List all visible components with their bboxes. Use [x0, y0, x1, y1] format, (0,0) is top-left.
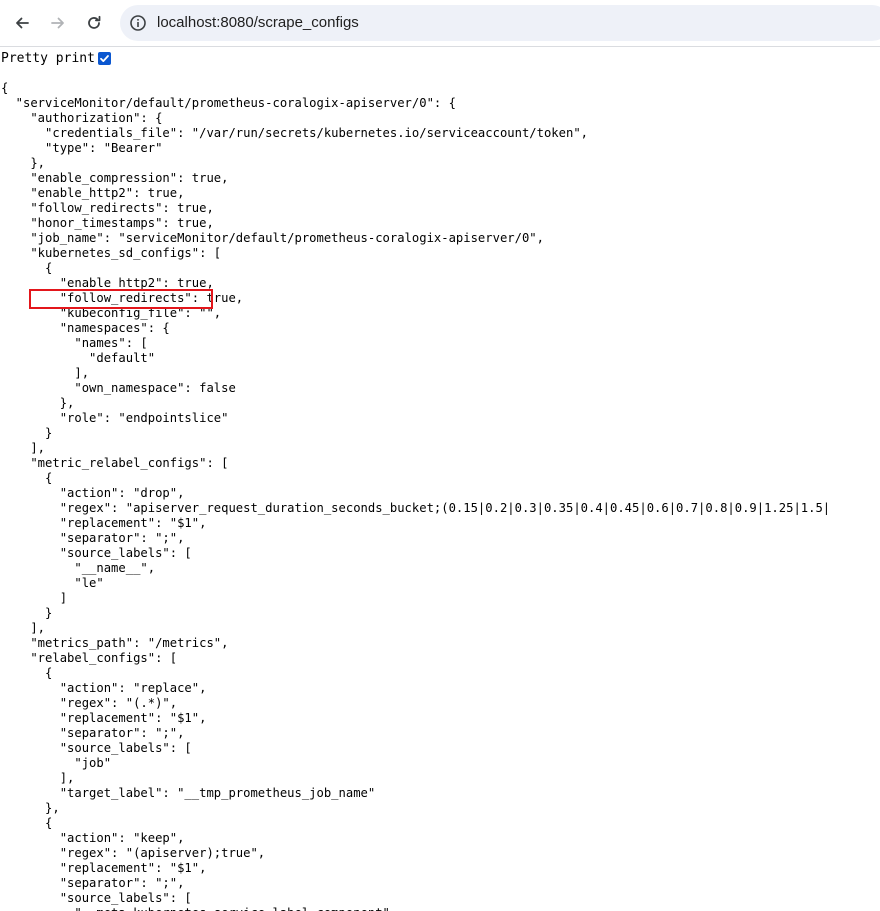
json-line: "regex": "(apiserver);true",	[1, 846, 266, 860]
json-line: "relabel_configs": [	[1, 651, 178, 665]
reload-icon	[86, 15, 102, 31]
json-line: "kubernetes_sd_configs": [	[1, 246, 222, 260]
arrow-right-icon	[50, 15, 66, 31]
json-line: "action": "replace",	[1, 681, 207, 695]
json-line: "enable_http2": true,	[1, 276, 214, 290]
json-line: },	[1, 156, 46, 170]
json-line: "default"	[1, 351, 156, 365]
json-line: {	[1, 81, 9, 95]
browser-toolbar: localhost:8080/scrape_configs	[0, 0, 880, 47]
url-text[interactable]: localhost:8080/scrape_configs	[157, 13, 359, 33]
json-line: "enable_compression": true,	[1, 171, 229, 185]
json-line: "__meta_kubernetes_service_label_compone…	[1, 906, 397, 911]
json-line: "honor_timestamps": true,	[1, 216, 214, 230]
json-line: "authorization": {	[1, 111, 163, 125]
json-line: }	[1, 426, 53, 440]
json-line: "regex": "(.*)",	[1, 696, 178, 710]
json-line: "job"	[1, 756, 112, 770]
json-line: "action": "drop",	[1, 486, 185, 500]
json-line: "replacement": "$1",	[1, 711, 207, 725]
json-line: "names": [	[1, 336, 148, 350]
json-line: "le"	[1, 576, 104, 590]
json-line: "follow_redirects": true,	[1, 201, 214, 215]
json-line: "follow_redirects": true,	[1, 291, 244, 305]
pretty-print-checkbox[interactable]	[97, 51, 111, 65]
checkmark-icon	[100, 54, 109, 62]
arrow-left-icon	[14, 15, 30, 31]
json-viewer: { "serviceMonitor/default/prometheus-cor…	[1, 81, 830, 911]
json-line: "type": "Bearer"	[1, 141, 163, 155]
info-icon[interactable]	[129, 14, 147, 32]
json-line: "replacement": "$1",	[1, 861, 207, 875]
json-line: },	[1, 801, 60, 815]
json-line: }	[1, 606, 53, 620]
json-line: "separator": ";",	[1, 531, 185, 545]
reload-button[interactable]	[79, 8, 109, 38]
json-line: "own_namespace": false	[1, 381, 236, 395]
back-button[interactable]	[7, 8, 37, 38]
address-bar[interactable]: localhost:8080/scrape_configs	[120, 5, 880, 41]
forward-button[interactable]	[43, 8, 73, 38]
json-line: },	[1, 396, 75, 410]
json-line: "enable_http2": true,	[1, 186, 185, 200]
json-line: "separator": ";",	[1, 876, 185, 890]
json-line: ],	[1, 366, 90, 380]
json-line: "__name__",	[1, 561, 156, 575]
json-line: {	[1, 816, 53, 830]
json-line: "serviceMonitor/default/prometheus-coral…	[1, 96, 456, 110]
pretty-print-toggle[interactable]: Pretty print	[1, 50, 111, 66]
json-line: ]	[1, 591, 68, 605]
json-line: "metric_relabel_configs": [	[1, 456, 229, 470]
json-line: "action": "keep",	[1, 831, 185, 845]
json-line: {	[1, 666, 53, 680]
json-line: "namespaces": {	[1, 321, 170, 335]
page-content: Pretty print { "serviceMonitor/default/p…	[0, 47, 880, 911]
json-line: "replacement": "$1",	[1, 516, 207, 530]
json-line: ],	[1, 441, 46, 455]
json-line: ],	[1, 771, 75, 785]
pretty-print-label: Pretty print	[1, 50, 95, 66]
json-line: "metrics_path": "/metrics",	[1, 636, 229, 650]
json-line: "separator": ";",	[1, 726, 185, 740]
json-line: {	[1, 471, 53, 485]
json-line: "target_label": "__tmp_prometheus_job_na…	[1, 786, 376, 800]
json-line: "source_labels": [	[1, 546, 192, 560]
json-line: "job_name": "serviceMonitor/default/prom…	[1, 231, 544, 245]
json-line: "credentials_file": "/var/run/secrets/ku…	[1, 126, 588, 140]
json-line: ],	[1, 621, 46, 635]
json-line: "regex": "apiserver_request_duration_sec…	[1, 501, 831, 515]
json-line: "role": "endpointslice"	[1, 411, 229, 425]
json-line: {	[1, 261, 53, 275]
json-line: "kubeconfig_file": "",	[1, 306, 222, 320]
json-line: "source_labels": [	[1, 891, 192, 905]
json-line: "source_labels": [	[1, 741, 192, 755]
